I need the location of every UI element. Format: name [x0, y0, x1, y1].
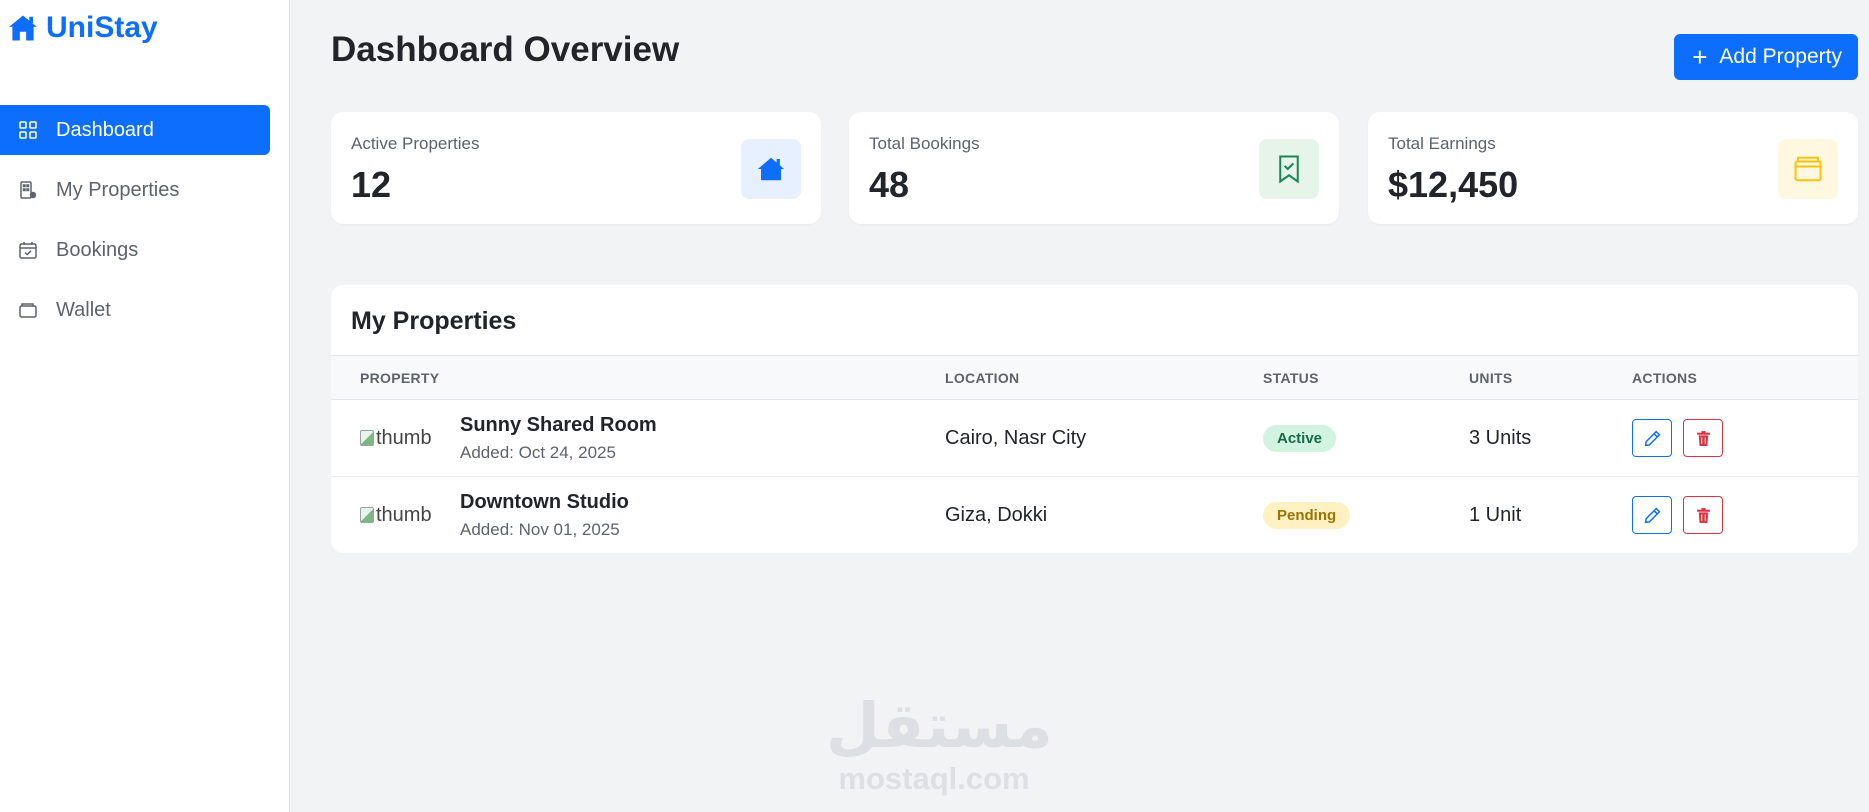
status-badge: Pending — [1263, 501, 1351, 529]
sidebar-item-bookings[interactable]: Bookings — [0, 225, 270, 275]
stat-value: 48 — [869, 164, 910, 205]
table-row[interactable]: thumb Downtown Studio Added: Nov 01, 202… — [331, 477, 1858, 554]
property-thumbnail: thumb — [360, 501, 440, 529]
delete-button[interactable] — [1683, 496, 1723, 535]
calendar-check-icon — [19, 242, 37, 259]
stat-card-total-bookings: Total Bookings 48 — [849, 112, 1339, 224]
stat-label: Active Properties — [351, 134, 480, 153]
watermark-arabic: مستقل — [826, 689, 1053, 762]
property-name[interactable]: Downtown Studio — [460, 491, 629, 514]
properties-table: PROPERTY LOCATION STATUS UNITS ACTIONS t… — [331, 355, 1858, 553]
house-logo-icon — [9, 15, 37, 41]
column-header-actions: ACTIONS — [1632, 355, 1858, 400]
edit-button[interactable] — [1632, 419, 1672, 457]
stat-icon-box — [741, 139, 801, 199]
column-header-units[interactable]: UNITS — [1469, 355, 1632, 400]
watermark: مستقل mostaql.com — [826, 689, 1053, 796]
brand-logo[interactable]: UniStay — [8, 10, 158, 46]
column-header-status[interactable]: STATUS — [1263, 355, 1469, 400]
grid-icon — [19, 121, 37, 139]
property-location: Cairo, Nasr City — [945, 399, 1263, 477]
bookmark-check-icon — [1279, 155, 1299, 184]
sidebar-item-label: Wallet — [56, 298, 111, 321]
column-header-property[interactable]: PROPERTY — [331, 355, 945, 400]
property-added-date: Added: Nov 01, 2025 — [460, 519, 620, 539]
sidebar-item-label: Dashboard — [56, 118, 154, 141]
property-cell: thumb Downtown Studio Added: Nov 01, 202… — [331, 477, 945, 554]
property-name[interactable]: Sunny Shared Room — [460, 414, 657, 437]
table-header-row: PROPERTY LOCATION STATUS UNITS ACTIONS — [331, 355, 1858, 400]
stat-icon-box — [1259, 139, 1319, 199]
delete-button[interactable] — [1683, 419, 1723, 457]
edit-button[interactable] — [1632, 496, 1672, 535]
main-content: Dashboard Overview + Add Property Active… — [331, 0, 1858, 812]
wallet-icon — [1794, 156, 1822, 182]
brand-name: UniStay — [46, 11, 158, 44]
watermark-latin: mostaql.com — [838, 761, 1030, 796]
add-property-label: Add Property — [1719, 45, 1842, 68]
status-cell: Pending — [1263, 477, 1469, 554]
sidebar: UniStay Dashboard My Properties Bookings… — [0, 0, 290, 812]
sidebar-item-label: My Properties — [56, 178, 180, 201]
add-property-button[interactable]: + Add Property — [1674, 34, 1858, 80]
property-location: Giza, Dokki — [945, 503, 1048, 526]
building-icon — [20, 181, 37, 199]
property-added-date: Added: Oct 24, 2025 — [460, 442, 616, 462]
broken-image-icon — [360, 430, 374, 446]
page-title: Dashboard Overview — [331, 30, 680, 69]
plus-icon: + — [1692, 42, 1708, 72]
stat-card-active-properties: Active Properties 12 — [331, 112, 821, 224]
property-thumbnail: thumb — [360, 424, 440, 452]
thumbnail-alt-text: thumb — [376, 426, 432, 449]
section-title: My Properties — [351, 307, 517, 335]
actions-cell — [1632, 477, 1858, 554]
actions-cell — [1632, 399, 1858, 477]
stat-label: Total Bookings — [869, 134, 980, 153]
thumbnail-alt-text: thumb — [376, 503, 432, 526]
house-icon — [757, 157, 785, 181]
property-units: 3 Units — [1469, 399, 1632, 477]
stat-label: Total Earnings — [1388, 134, 1496, 153]
stat-value: $12,450 — [1388, 164, 1519, 205]
status-cell: Active — [1263, 399, 1469, 477]
column-header-location[interactable]: LOCATION — [945, 355, 1263, 400]
stat-icon-box — [1778, 139, 1838, 199]
stats-row: Active Properties 12 Total Bookings 48 T… — [331, 112, 1858, 224]
sidebar-item-my-properties[interactable]: My Properties — [0, 165, 270, 215]
my-properties-card: My Properties PROPERTY LOCATION STATUS U… — [331, 285, 1858, 553]
trash-icon — [1696, 507, 1710, 523]
sidebar-item-wallet[interactable]: Wallet — [0, 285, 270, 335]
table-row[interactable]: thumb Sunny Shared Room Added: Oct 24, 2… — [331, 399, 1858, 477]
sidebar-item-dashboard[interactable]: Dashboard — [0, 105, 270, 155]
pencil-icon — [1644, 507, 1660, 524]
sidebar-nav: Dashboard My Properties Bookings Wallet — [0, 105, 270, 345]
trash-icon — [1696, 430, 1710, 446]
pencil-icon — [1644, 430, 1660, 446]
stat-card-total-earnings: Total Earnings $12,450 — [1368, 112, 1858, 224]
status-badge: Active — [1263, 424, 1337, 452]
sidebar-item-label: Bookings — [56, 238, 139, 261]
property-cell: thumb Sunny Shared Room Added: Oct 24, 2… — [331, 399, 945, 477]
wallet-icon — [19, 303, 37, 318]
stat-value: 12 — [351, 164, 392, 205]
broken-image-icon — [360, 507, 374, 524]
property-units: 1 Unit — [1469, 503, 1522, 526]
